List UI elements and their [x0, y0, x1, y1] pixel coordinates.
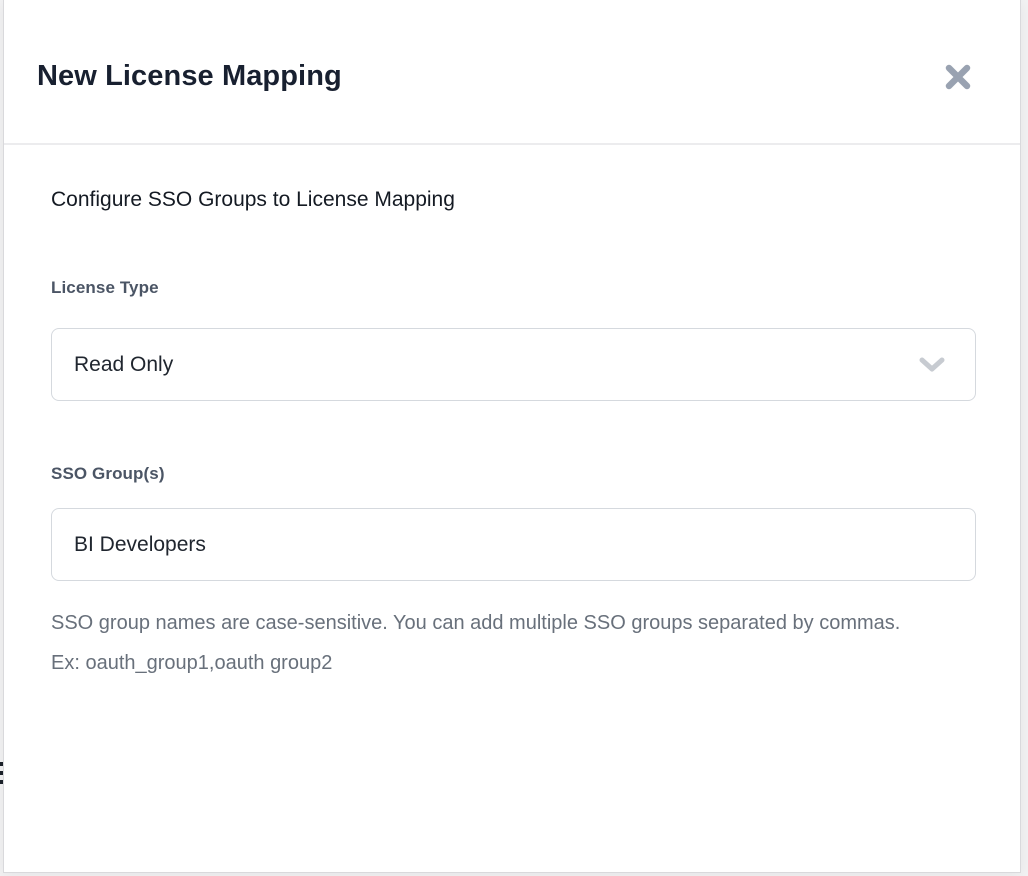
license-type-selected-value: Read Only — [74, 353, 173, 377]
sso-groups-label: SSO Group(s) — [51, 464, 973, 484]
modal-header: New License Mapping — [4, 0, 1020, 145]
sso-groups-help-text: SSO group names are case-sensitive. You … — [51, 603, 931, 683]
x-icon — [943, 62, 973, 92]
sso-groups-input[interactable] — [51, 508, 976, 581]
new-license-mapping-modal: New License Mapping Configure SSO Groups… — [3, 0, 1021, 873]
license-type-select[interactable]: Read Only — [51, 328, 976, 401]
modal-title: New License Mapping — [37, 60, 342, 93]
page-background: New License Mapping Configure SSO Groups… — [0, 0, 1028, 876]
close-button[interactable] — [940, 59, 976, 95]
license-type-label: License Type — [51, 278, 973, 298]
chevron-down-icon — [919, 357, 945, 373]
form-heading: Configure SSO Groups to License Mapping — [51, 188, 973, 212]
modal-body: Configure SSO Groups to License Mapping … — [4, 188, 1020, 683]
